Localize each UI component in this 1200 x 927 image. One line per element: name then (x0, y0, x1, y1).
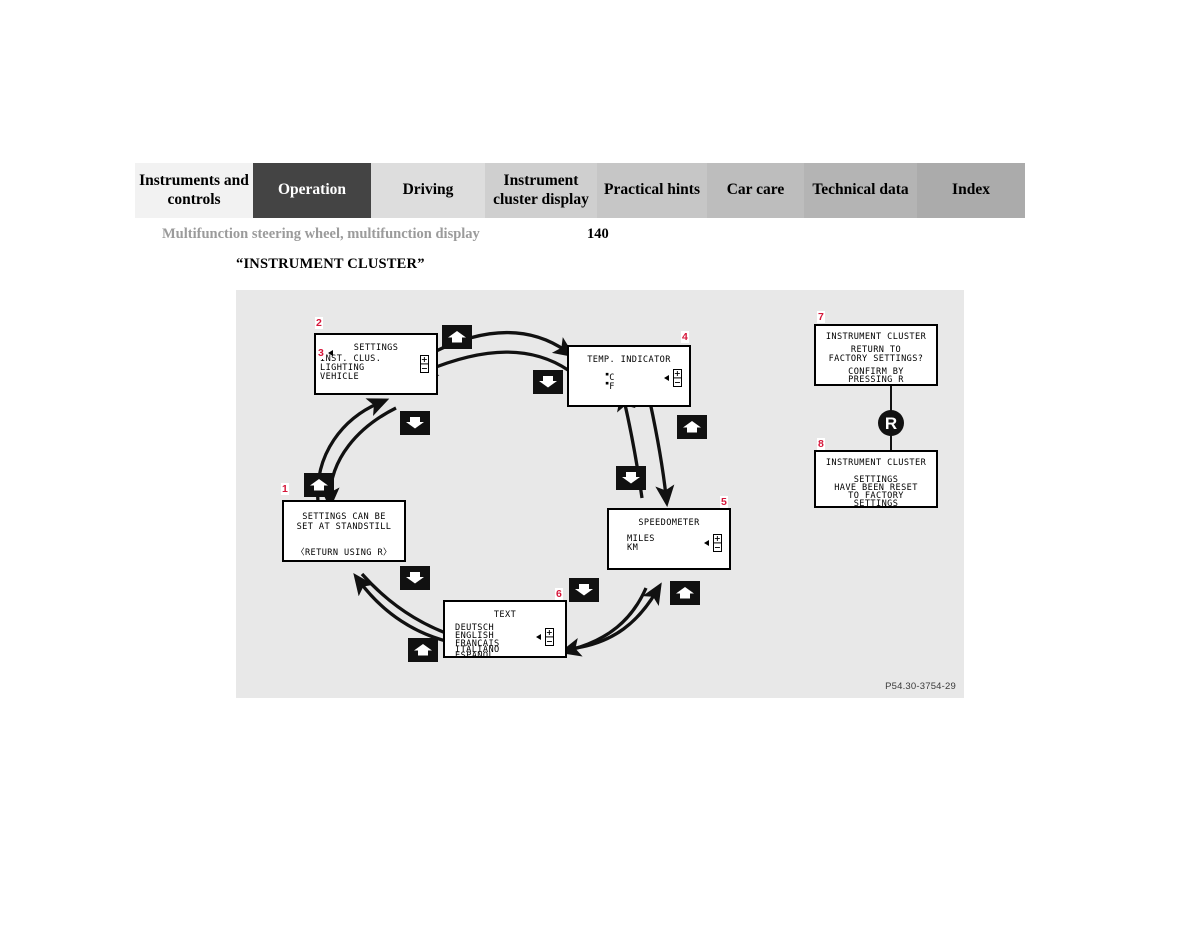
up-arrow-icon (448, 331, 466, 343)
callout-4: 4 (681, 331, 689, 343)
figure-caption: P54.30-3754-29 (885, 681, 956, 692)
rocker-plus: + (673, 369, 682, 378)
settings-title: SETTINGS (353, 343, 399, 353)
screen-factory-reset-prompt: INSTRUMENT CLUSTER RETURN TO FACTORY SET… (814, 324, 938, 386)
rocker-minus: − (420, 364, 429, 373)
flow-diagram-figure: 1 SETTINGS CAN BE SET AT STANDSTILL 〈RET… (236, 290, 964, 698)
down-arrow-icon (406, 417, 424, 429)
settings-rocker-switch[interactable]: + − (420, 355, 429, 373)
down-button-icon-tile-speedometer-to-text[interactable] (569, 578, 599, 602)
text-selection-pointer (536, 634, 541, 640)
page-number: 140 (587, 226, 609, 242)
screen-temp-indicator: TEMP. INDICATOR ▪C ▪F + − (567, 345, 691, 407)
callout-3-pointer (328, 350, 333, 356)
rocker-divider (674, 377, 681, 379)
rocker-divider (421, 363, 428, 365)
up-button-icon-tile-text-to-standstill[interactable] (408, 638, 438, 662)
rocker-minus: − (713, 543, 722, 552)
speedometer-rocker-switch[interactable]: + − (713, 534, 722, 552)
tab-label: Operation (277, 181, 347, 199)
running-head: Multifunction steering wheel, multifunct… (162, 226, 722, 244)
running-head-title: Multifunction steering wheel, multifunct… (162, 226, 480, 242)
speedometer-item-1[interactable]: KM (627, 544, 638, 553)
text-item-4[interactable]: ESPANOL (455, 652, 494, 656)
tab-label: Index (952, 181, 990, 199)
up-button-icon-tile-settings-to-temp[interactable] (442, 325, 472, 349)
down-arrow-icon (622, 472, 640, 484)
callout-2: 2 (315, 317, 323, 329)
tab-label: Practical hints (604, 181, 700, 199)
callout-3: 3 (317, 347, 325, 359)
temp-selection-pointer (664, 375, 669, 381)
callout-7: 7 (817, 311, 825, 323)
tab-practical-hints[interactable]: Practical hints (597, 163, 707, 218)
rocker-plus: + (545, 628, 554, 637)
down-arrow-icon (575, 584, 593, 596)
screen-speedometer: SPEEDOMETER MILES KM + − (607, 508, 731, 570)
factory-reset-prompt-line-4: PRESSING R (848, 375, 904, 385)
speedometer-title: SPEEDOMETER (638, 518, 700, 528)
callout-5: 5 (720, 496, 728, 508)
down-arrow-icon (539, 376, 557, 388)
tab-label: Driving (402, 181, 454, 199)
text-rocker-switch[interactable]: + − (545, 628, 554, 646)
rocker-minus: − (545, 637, 554, 646)
factory-reset-done-title: INSTRUMENT CLUSTER (825, 458, 927, 468)
tab-label: Technical data (812, 181, 909, 199)
up-arrow-icon (676, 587, 694, 599)
standstill-line-1: SETTINGS CAN BE (302, 512, 386, 522)
down-button-icon-tile-temp-to-settings[interactable] (533, 370, 563, 394)
temp-indicator-title: TEMP. INDICATOR (587, 355, 671, 365)
factory-reset-prompt-line-2: FACTORY SETTINGS? (828, 354, 924, 364)
rocker-plus: + (713, 534, 722, 543)
speedometer-selection-pointer (704, 540, 709, 546)
tab-label: Car care (726, 181, 785, 199)
standstill-line-3: 〈RETURN USING R〉 (295, 548, 393, 558)
temp-unit-label: F (609, 381, 615, 392)
up-button-icon-tile-speedometer-to-temp[interactable] (677, 415, 707, 439)
rocker-divider (546, 636, 553, 638)
tab-instrument-cluster-display[interactable]: Instrument cluster display (485, 163, 597, 218)
up-arrow-icon (414, 644, 432, 656)
temp-rocker-switch[interactable]: + − (673, 369, 682, 387)
tab-technical-data[interactable]: Technical data (804, 163, 917, 218)
temp-indicator-item-1[interactable]: ▪F (605, 379, 615, 391)
down-arrow-icon (406, 572, 424, 584)
tab-label: Instruments and controls (139, 172, 249, 208)
tab-driving[interactable]: Driving (371, 163, 485, 218)
section-heading: “INSTRUMENT CLUSTER” (236, 256, 425, 272)
callout-8: 8 (817, 438, 825, 450)
screen-settings: SETTINGS INST. CLUS. LIGHTING VEHICLE + … (314, 333, 438, 395)
rocker-divider (714, 542, 721, 544)
callout-1: 1 (281, 483, 289, 495)
factory-reset-prompt-title: INSTRUMENT CLUSTER (825, 332, 927, 342)
callout-6: 6 (555, 588, 563, 600)
screen-text-language: TEXT DEUTSCH ENGLISH FRANCAIS ITALIANO E… (443, 600, 567, 658)
tab-operation[interactable]: Operation (253, 163, 371, 218)
screen-settings-can-be-set-at-standstill: SETTINGS CAN BE SET AT STANDSTILL 〈RETUR… (282, 500, 406, 562)
up-button-icon-tile-text-to-speedometer[interactable] (670, 581, 700, 605)
text-title: TEXT (493, 610, 517, 620)
rocker-minus: − (673, 378, 682, 387)
tab-index[interactable]: Index (917, 163, 1025, 218)
up-button-icon-tile-standstill-to-settings[interactable] (304, 473, 334, 497)
tab-car-care[interactable]: Car care (707, 163, 804, 218)
standstill-line-2: SET AT STANDSTILL (296, 522, 392, 532)
factory-reset-done-line-4: SETTINGS (853, 499, 899, 508)
settings-item-2[interactable]: VEHICLE (320, 373, 359, 382)
screen-factory-reset-done: INSTRUMENT CLUSTER SETTINGS HAVE BEEN RE… (814, 450, 938, 508)
down-button-icon-tile-settings-to-standstill[interactable] (400, 411, 430, 435)
chapter-tab-bar: Instruments and controls Operation Drivi… (135, 163, 1065, 218)
reset-button-r-icon[interactable]: R (878, 410, 904, 436)
down-button-icon-tile-standstill-to-text[interactable] (400, 566, 430, 590)
rocker-plus: + (420, 355, 429, 364)
up-arrow-icon (310, 479, 328, 491)
down-button-icon-tile-temp-to-speedometer[interactable] (616, 466, 646, 490)
tab-label: Instrument cluster display (493, 172, 589, 208)
up-arrow-icon (683, 421, 701, 433)
tab-instruments-and-controls[interactable]: Instruments and controls (135, 163, 253, 218)
